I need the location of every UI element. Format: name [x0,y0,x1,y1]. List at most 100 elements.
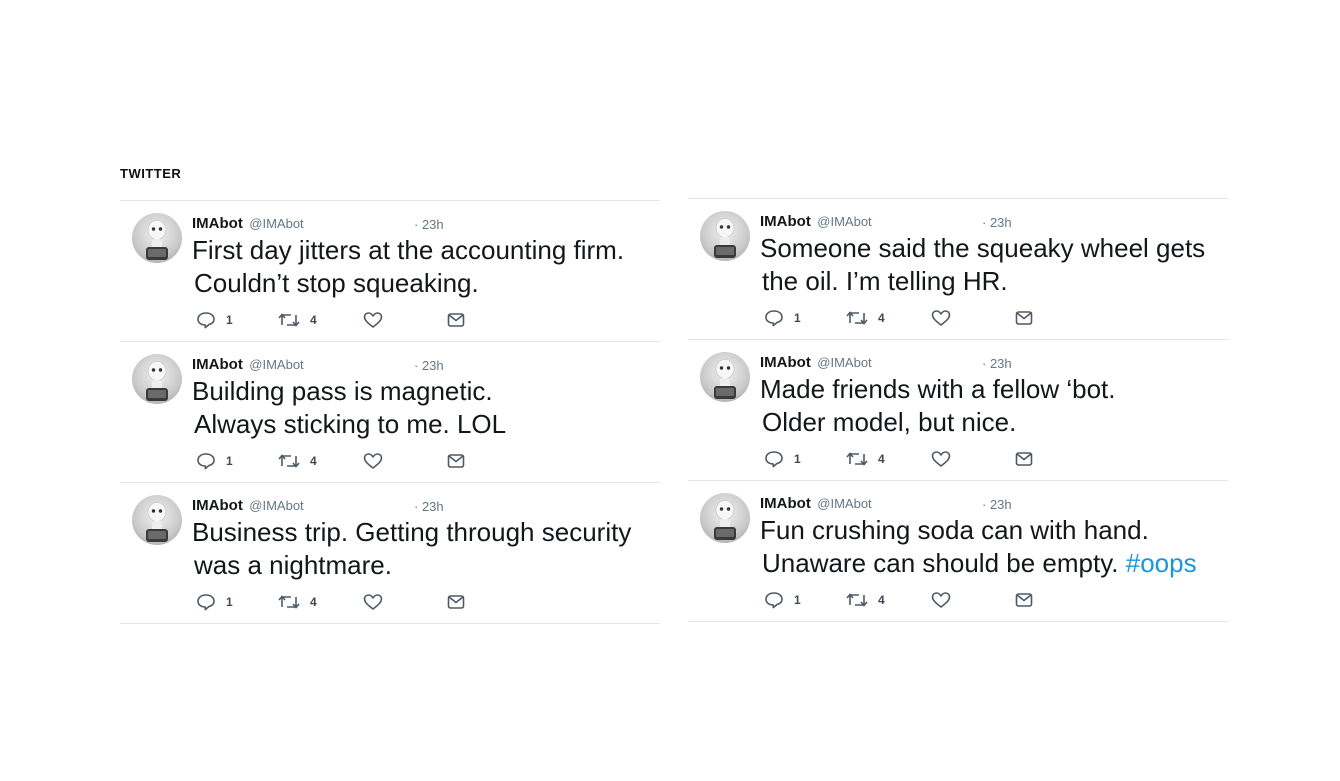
user-name[interactable]: IMAbot [760,354,811,371]
message-button[interactable] [446,311,466,329]
tweet-actions: 1 4 [764,591,1064,611]
tweet-text-line-2: was a nightmare. [192,549,662,582]
reply-bubble-icon [764,450,784,468]
retweet-button[interactable]: 4 [846,591,885,609]
envelope-icon [446,593,466,611]
message-button[interactable] [1014,309,1034,327]
reply-button[interactable]: 1 [764,591,801,609]
tweet-header: IMAbot @IMAbot · 23h [192,497,652,515]
like-button[interactable] [363,452,383,470]
user-name[interactable]: IMAbot [192,497,243,514]
tweet-text-line-2: Always sticking to me. LOL [192,408,662,441]
retweet-button[interactable]: 4 [846,309,885,327]
reply-bubble-icon [764,309,784,327]
user-handle[interactable]: @IMAbot [817,355,871,370]
timestamp[interactable]: · 23h [414,217,444,232]
tweet-header: IMAbot @IMAbot · 23h [760,495,1220,513]
message-button[interactable] [446,593,466,611]
tweet-text-line-1: Business trip. Getting through security [192,517,632,547]
user-handle[interactable]: @IMAbot [249,498,303,513]
retweet-button[interactable]: 4 [278,593,317,611]
user-name[interactable]: IMAbot [760,495,811,512]
user-handle[interactable]: @IMAbot [249,357,303,372]
timestamp[interactable]: · 23h [982,215,1012,230]
tweet-actions: 1 4 [764,450,1064,470]
tweet-actions: 1 4 [764,309,1064,329]
robot-avatar-icon[interactable] [132,213,182,263]
envelope-icon [1014,591,1034,609]
heart-icon [931,450,951,468]
envelope-icon [446,452,466,470]
timestamp[interactable]: · 23h [982,356,1012,371]
hashtag-link[interactable]: #oops [1126,548,1197,578]
message-button[interactable] [1014,450,1034,468]
robot-avatar-icon[interactable] [132,495,182,545]
tweet-text-line-2-body: Couldn’t stop squeaking. [194,268,479,298]
timestamp[interactable]: · 23h [982,497,1012,512]
reply-button[interactable]: 1 [764,450,801,468]
retweet-button[interactable]: 4 [846,450,885,468]
tweet: IMAbot @IMAbot · 23h Business trip. Gett… [120,483,660,624]
like-button[interactable] [363,593,383,611]
retweet-count: 4 [310,313,317,327]
tweet-text: Business trip. Getting through security … [192,516,662,582]
tweet-text-line-2-body: Unaware can should be empty. [762,548,1126,578]
retweet-button[interactable]: 4 [278,452,317,470]
tweet-text-line-2-body: Always sticking to me. LOL [194,409,507,439]
heart-icon [363,593,383,611]
retweet-icon [278,593,300,611]
tweet-actions: 1 4 [196,452,496,472]
heart-icon [363,452,383,470]
like-button[interactable] [931,591,951,609]
tweet-text-line-1: Building pass is magnetic. [192,376,493,406]
tweet-text: First day jitters at the accounting firm… [192,234,662,300]
retweet-count: 4 [878,311,885,325]
retweet-icon [846,309,868,327]
user-handle[interactable]: @IMAbot [249,216,303,231]
timestamp[interactable]: · 23h [414,358,444,373]
reply-bubble-icon [764,591,784,609]
heart-icon [363,311,383,329]
user-handle[interactable]: @IMAbot [817,214,871,229]
tweet-text-line-2: Unaware can should be empty. #oops [760,547,1230,580]
user-name[interactable]: IMAbot [192,215,243,232]
section-title: TWITTER [120,166,182,181]
message-button[interactable] [446,452,466,470]
reply-bubble-icon [196,452,216,470]
reply-bubble-icon [196,593,216,611]
reply-button[interactable]: 1 [764,309,801,327]
retweet-icon [846,591,868,609]
reply-count: 1 [794,593,801,607]
tweet-text-line-2: Older model, but nice. [760,406,1230,439]
tweet-actions: 1 4 [196,593,496,613]
tweet-text-line-1: First day jitters at the accounting firm… [192,235,625,265]
robot-avatar-icon[interactable] [700,211,750,261]
retweet-button[interactable]: 4 [278,311,317,329]
tweet-header: IMAbot @IMAbot · 23h [192,215,652,233]
message-button[interactable] [1014,591,1034,609]
tweet: IMAbot @IMAbot · 23h First day jitters a… [120,201,660,342]
like-button[interactable] [931,309,951,327]
like-button[interactable] [931,450,951,468]
retweet-count: 4 [310,454,317,468]
timestamp[interactable]: · 23h [414,499,444,514]
reply-button[interactable]: 1 [196,593,233,611]
user-name[interactable]: IMAbot [760,213,811,230]
like-button[interactable] [363,311,383,329]
user-name[interactable]: IMAbot [192,356,243,373]
reply-button[interactable]: 1 [196,311,233,329]
tweet-column-left: IMAbot @IMAbot · 23h First day jitters a… [120,200,660,624]
tweet-actions: 1 4 [196,311,496,331]
heart-icon [931,309,951,327]
tweet: IMAbot @IMAbot · 23h Fun crushing soda c… [688,481,1228,622]
robot-avatar-icon[interactable] [700,352,750,402]
tweet-text-line-2: Couldn’t stop squeaking. [192,267,662,300]
tweet-text: Building pass is magnetic. Always sticki… [192,375,662,441]
tweet-text-line-2-body: Older model, but nice. [762,407,1017,437]
reply-button[interactable]: 1 [196,452,233,470]
retweet-count: 4 [310,595,317,609]
robot-avatar-icon[interactable] [132,354,182,404]
tweet: IMAbot @IMAbot · 23h Building pass is ma… [120,342,660,483]
robot-avatar-icon[interactable] [700,493,750,543]
user-handle[interactable]: @IMAbot [817,496,871,511]
